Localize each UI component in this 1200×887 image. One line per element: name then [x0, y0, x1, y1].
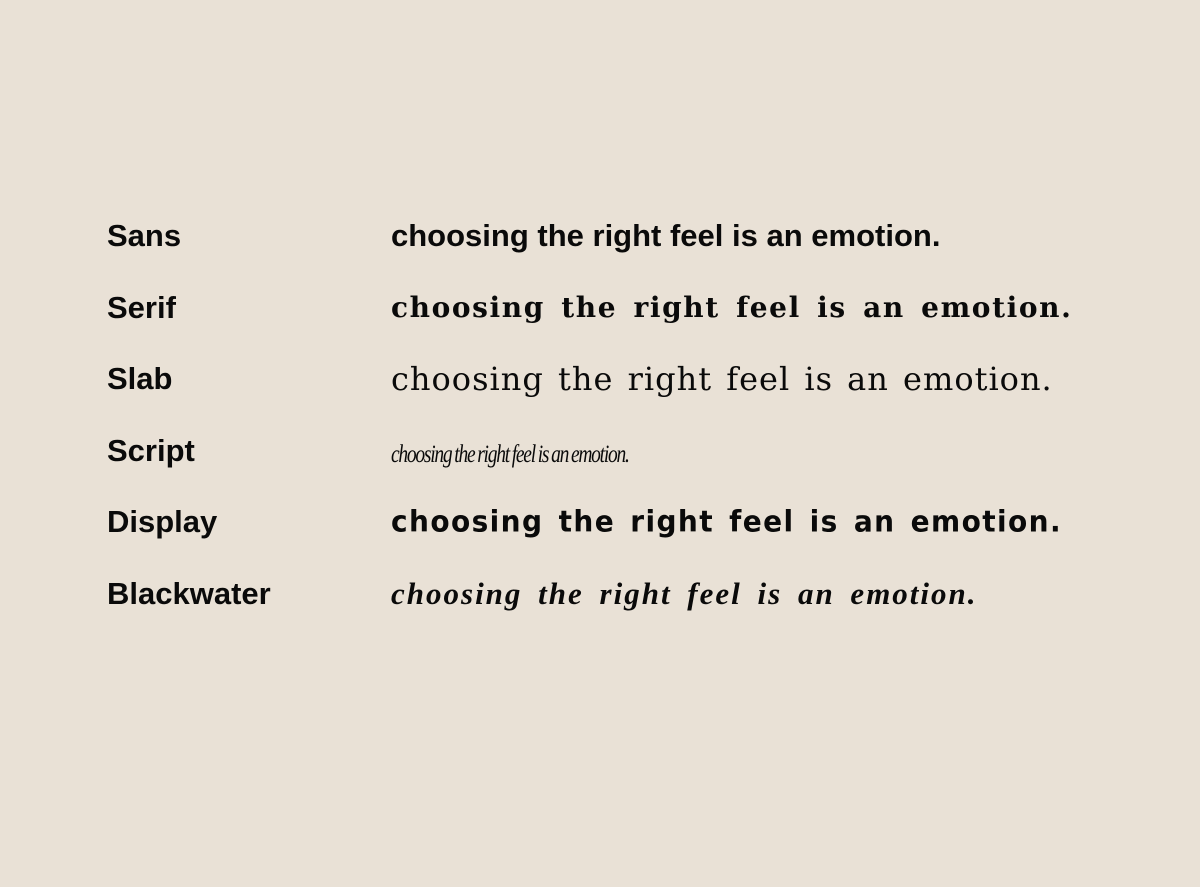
- row-label: Script: [107, 433, 195, 468]
- sample-text: choosing the right feel is an emotion.: [391, 576, 978, 611]
- row-label: Display: [107, 504, 218, 539]
- sample-text: choosing the right feel is an emotion.: [391, 291, 1073, 324]
- sample-text: choosing the right feel is an emotion.: [391, 360, 1053, 398]
- row-label: Sans: [107, 218, 182, 253]
- specimen-row-display: Display choosing the right feel is an em…: [0, 502, 1200, 562]
- row-label: Serif: [107, 290, 176, 325]
- font-specimen: Sans choosing the right feel is an emoti…: [0, 0, 1200, 887]
- row-label: Slab: [107, 361, 173, 396]
- specimen-row-script: Script choosing the right feel is an emo…: [0, 431, 1200, 491]
- specimen-row-sans: Sans choosing the right feel is an emoti…: [0, 216, 1200, 276]
- specimen-row-slab: Slab choosing the right feel is an emoti…: [0, 359, 1200, 419]
- sample-text: choosing the right feel is an emotion.: [391, 441, 630, 468]
- sample-text: choosing the right feel is an emotion.: [391, 218, 941, 253]
- specimen-row-blackwater: Blackwater choosing the right feel is an…: [0, 574, 1200, 634]
- specimen-row-serif: Serif choosing the right feel is an emot…: [0, 288, 1200, 348]
- sample-text: choosing the right feel is an emotion.: [391, 504, 1063, 539]
- row-label: Blackwater: [107, 576, 271, 611]
